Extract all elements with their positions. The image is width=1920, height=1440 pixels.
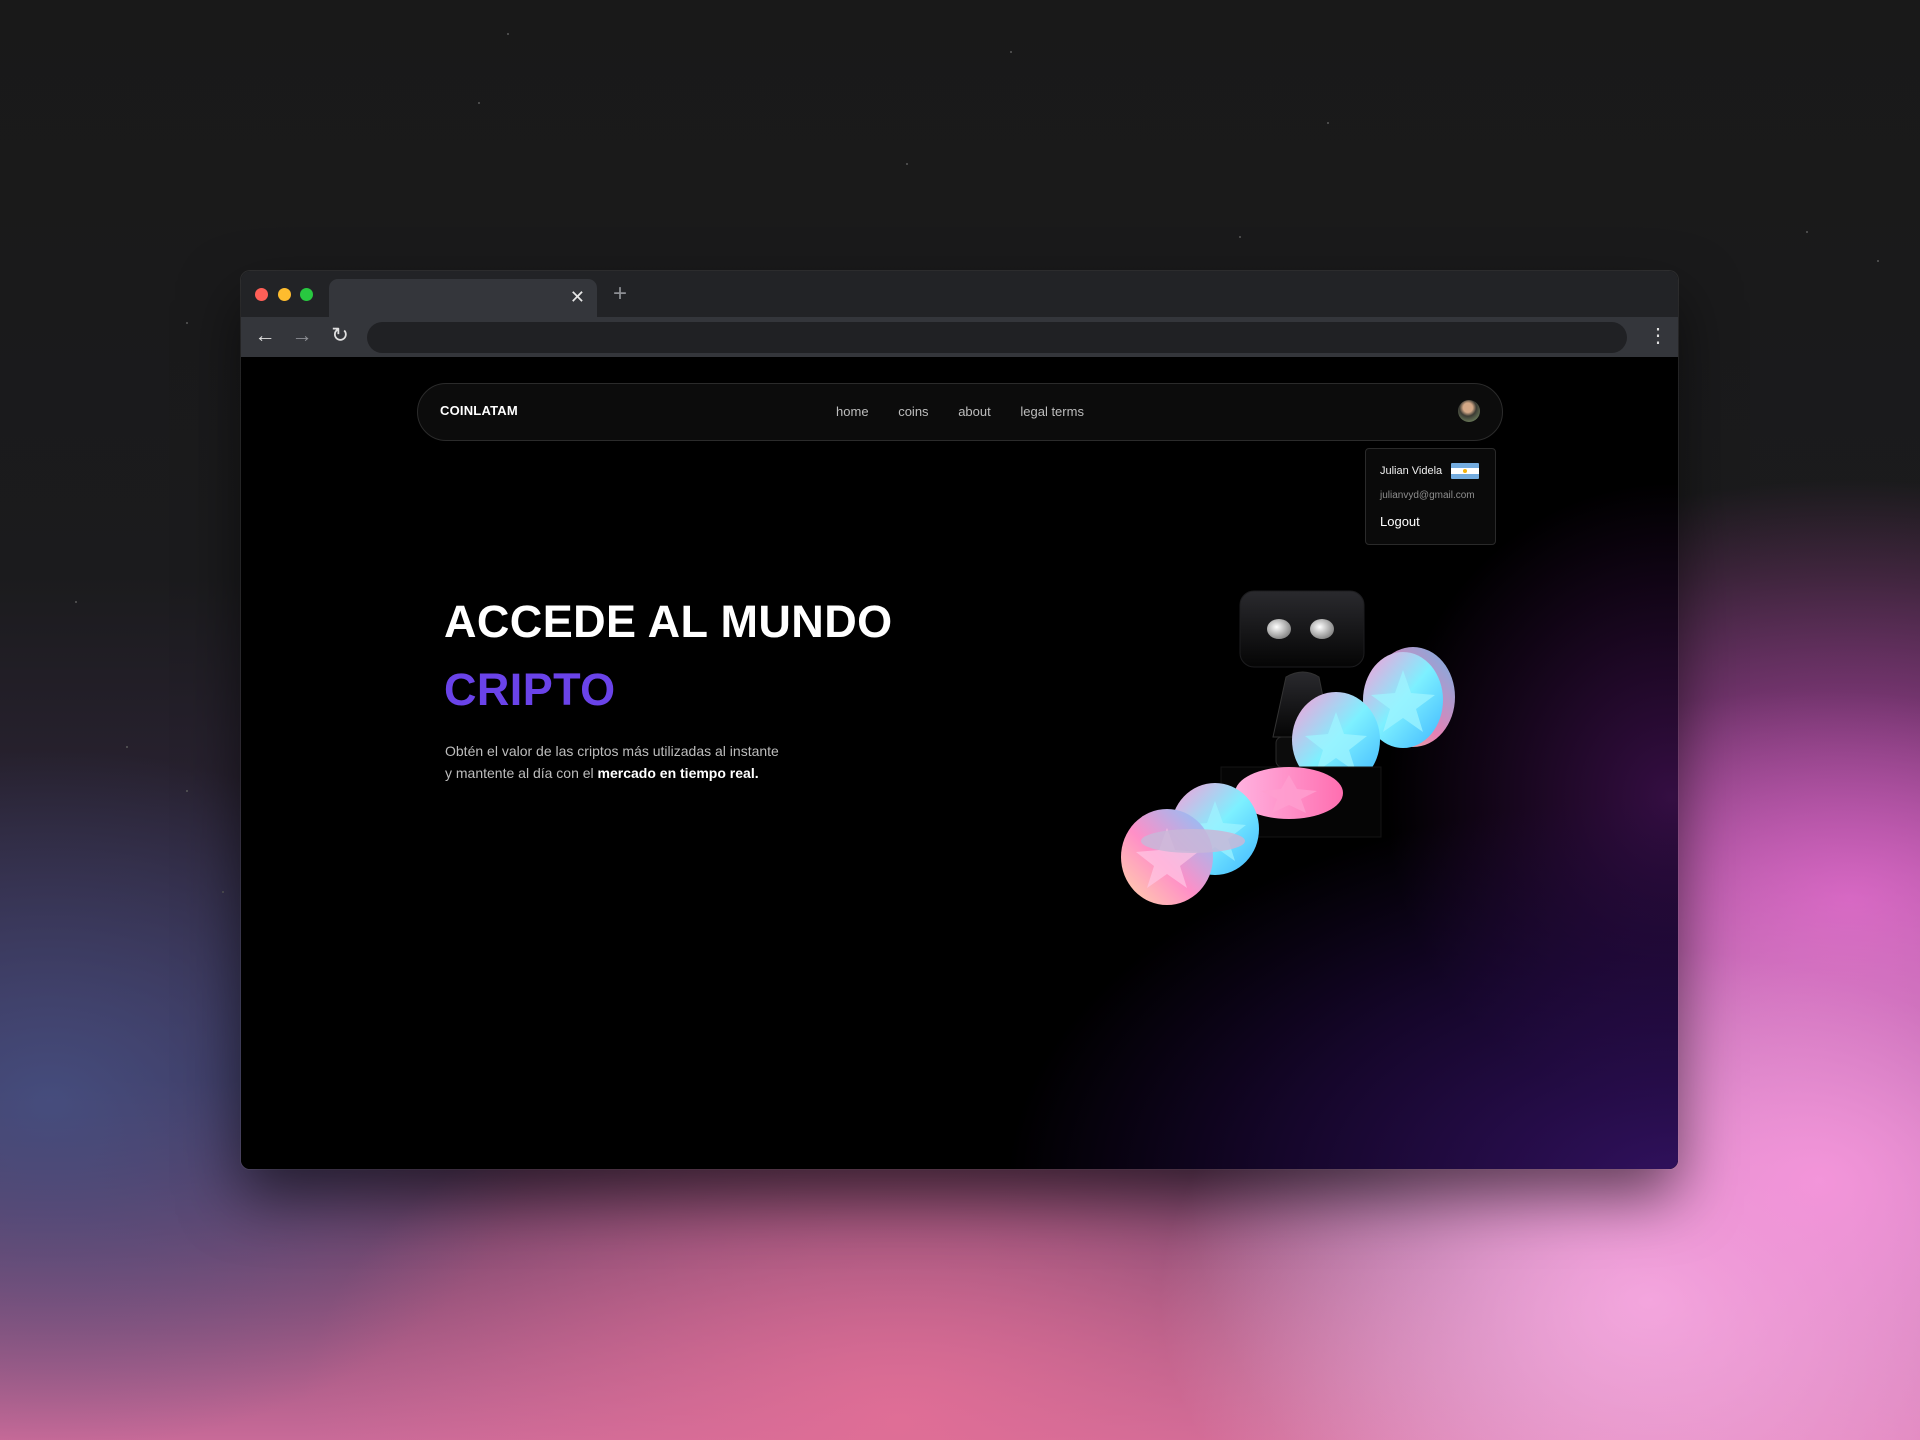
close-window-button[interactable] xyxy=(255,288,268,301)
robot-head xyxy=(1239,590,1365,668)
hero-description: Obtén el valor de las criptos más utiliz… xyxy=(445,740,785,784)
address-bar[interactable] xyxy=(367,322,1627,353)
browser-window: ✕ + ← → ↻ ⋮ COINLATAM home coins about l… xyxy=(241,271,1678,1169)
coin xyxy=(1141,829,1245,853)
hero-title-line2: CRIPTO xyxy=(444,664,616,715)
nav-links: home coins about legal terms xyxy=(418,404,1502,419)
robot-coins-illustration xyxy=(1121,590,1455,905)
plus-icon[interactable]: + xyxy=(613,281,627,307)
user-dropdown: Julian Videla julianvyd@gmail.com Logout xyxy=(1365,448,1496,545)
reload-icon[interactable]: ↻ xyxy=(326,322,354,350)
robot-eye xyxy=(1267,619,1291,639)
tab-bar: ✕ + xyxy=(241,271,1678,317)
forward-arrow-icon[interactable]: → xyxy=(288,322,316,350)
hero-title-line1: ACCEDE AL MUNDO xyxy=(444,596,893,647)
user-email: julianvyd@gmail.com xyxy=(1380,490,1475,501)
hero-description-bold: mercado en tiempo real. xyxy=(597,765,759,781)
back-arrow-icon[interactable]: ← xyxy=(251,322,279,350)
browser-tab[interactable]: ✕ xyxy=(329,279,597,317)
nav-link-coins[interactable]: coins xyxy=(898,404,928,419)
nav-link-home[interactable]: home xyxy=(836,404,869,419)
minimize-window-button[interactable] xyxy=(278,288,291,301)
browser-toolbar: ← → ↻ ⋮ xyxy=(241,317,1678,357)
flag-stripe xyxy=(1451,473,1479,479)
robot-eye xyxy=(1310,619,1334,639)
avatar[interactable] xyxy=(1458,400,1480,422)
more-vertical-icon[interactable]: ⋮ xyxy=(1648,322,1668,350)
maximize-window-button[interactable] xyxy=(300,288,313,301)
page-viewport: COINLATAM home coins about legal terms J… xyxy=(241,357,1678,1169)
argentina-flag-icon xyxy=(1451,463,1479,479)
site-navbar: COINLATAM home coins about legal terms xyxy=(417,383,1503,441)
nav-link-about[interactable]: about xyxy=(958,404,991,419)
user-name: Julian Videla xyxy=(1380,465,1443,477)
nav-link-legal-terms[interactable]: legal terms xyxy=(1020,404,1084,419)
close-icon[interactable]: ✕ xyxy=(570,286,585,308)
logout-button[interactable]: Logout xyxy=(1380,514,1420,529)
flag-sun xyxy=(1463,469,1467,473)
